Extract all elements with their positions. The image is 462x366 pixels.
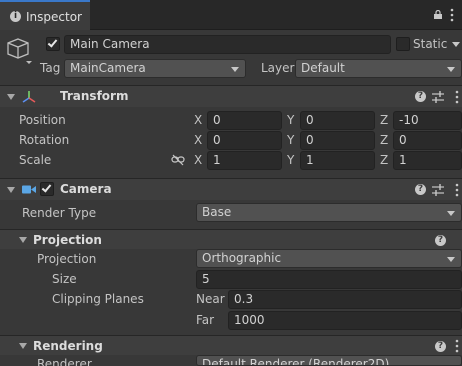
rendering-header[interactable]: Rendering ? (0, 335, 462, 355)
rotation-label: Rotation (19, 133, 70, 147)
render-type-value: Base (202, 205, 232, 219)
foldout-arrow-icon[interactable] (7, 94, 15, 100)
rotation-z-field[interactable]: 0 (393, 131, 462, 150)
lock-icon[interactable] (433, 10, 443, 19)
layer-dropdown[interactable]: Default (295, 59, 462, 78)
rotation-x-field[interactable]: 0 (207, 131, 282, 150)
rotation-y-field[interactable]: 0 (300, 131, 375, 150)
scale-label: Scale (19, 153, 52, 167)
camera-icon (22, 185, 36, 194)
preset-sliders-icon[interactable] (432, 184, 444, 196)
projection-header[interactable]: Projection ? (0, 229, 462, 249)
static-checkbox[interactable] (396, 37, 410, 51)
foldout-arrow-icon[interactable] (19, 343, 27, 349)
position-x-field[interactable]: 0 (207, 111, 282, 130)
scale-y-field[interactable]: 1 (300, 151, 375, 170)
static-label: Static (413, 37, 448, 51)
gameobject-name-input[interactable]: Main Camera (64, 35, 391, 54)
gameobject-cube-icon (7, 38, 32, 64)
projection-value: Orthographic (202, 251, 282, 265)
renderer-value: Default Renderer (Renderer2D) (202, 357, 390, 366)
chevron-down-icon (447, 257, 455, 262)
axis-x-label: X (194, 113, 203, 127)
tab-inspector[interactable]: i Inspector (0, 0, 90, 30)
axis-y-label: Y (287, 133, 295, 147)
constrain-proportions-link-icon[interactable] (171, 154, 185, 166)
position-label: Position (19, 113, 66, 127)
preset-sliders-icon[interactable] (432, 91, 444, 103)
chevron-down-icon (447, 67, 455, 72)
size-field[interactable]: 5 (196, 270, 462, 289)
axis-x-label: X (194, 133, 203, 147)
projection-section-title: Projection (33, 233, 102, 247)
help-icon[interactable]: ? (435, 341, 446, 352)
info-icon: i (10, 11, 21, 22)
help-icon[interactable]: ? (415, 91, 426, 102)
section-menu-icon[interactable] (455, 339, 459, 353)
chevron-down-icon (447, 211, 455, 216)
rendering-section-title: Rendering (33, 339, 103, 353)
tag-value: MainCamera (70, 61, 146, 75)
camera-title: Camera (60, 182, 112, 196)
clipping-planes-label: Clipping Planes (52, 292, 144, 306)
camera-header[interactable]: Camera ? (0, 178, 462, 200)
axis-x-label: X (194, 153, 203, 167)
layer-value: Default (301, 61, 345, 75)
checkmark-icon (41, 182, 52, 193)
help-icon[interactable]: ? (415, 184, 426, 195)
position-z-field[interactable]: -10 (393, 111, 462, 130)
tab-bar: i Inspector (0, 0, 462, 30)
component-menu-icon[interactable] (455, 183, 459, 197)
camera-enabled-checkbox[interactable] (40, 182, 54, 196)
transform-title: Transform (60, 89, 129, 103)
tab-inspector-label: Inspector (26, 10, 82, 24)
foldout-arrow-icon[interactable] (19, 237, 27, 243)
layer-label: Layer (261, 61, 295, 75)
help-icon[interactable]: ? (435, 235, 446, 246)
size-label: Size (52, 272, 77, 286)
component-menu-icon[interactable] (455, 90, 459, 104)
transform-header[interactable]: Transform ? (0, 85, 462, 107)
projection-dropdown[interactable]: Orthographic (196, 249, 462, 268)
projection-label: Projection (37, 252, 97, 266)
near-label: Near (196, 292, 225, 306)
renderer-label: Renderer (37, 357, 92, 366)
far-field[interactable]: 1000 (228, 311, 462, 330)
tag-label: Tag (40, 61, 61, 75)
checkmark-icon (47, 37, 58, 48)
near-field[interactable]: 0.3 (228, 290, 462, 309)
active-checkbox[interactable] (46, 37, 60, 51)
foldout-arrow-icon[interactable] (7, 187, 15, 193)
axis-z-label: Z (380, 113, 389, 127)
render-type-dropdown[interactable]: Base (196, 203, 462, 222)
static-dropdown-arrow-icon[interactable] (452, 42, 460, 47)
chevron-down-icon (231, 67, 239, 72)
axis-z-label: Z (380, 133, 389, 147)
transform-axis-icon (22, 91, 36, 103)
axis-y-label: Y (287, 113, 295, 127)
scale-x-field[interactable]: 1 (207, 151, 282, 170)
far-label: Far (196, 313, 215, 327)
renderer-dropdown[interactable]: Default Renderer (Renderer2D) (196, 355, 462, 366)
more-options-icon[interactable] (450, 8, 454, 22)
axis-z-label: Z (380, 153, 389, 167)
position-y-field[interactable]: 0 (300, 111, 375, 130)
render-type-label: Render Type (22, 206, 97, 220)
axis-y-label: Y (287, 153, 295, 167)
scale-z-field[interactable]: 1 (393, 151, 462, 170)
tag-dropdown[interactable]: MainCamera (64, 59, 246, 78)
